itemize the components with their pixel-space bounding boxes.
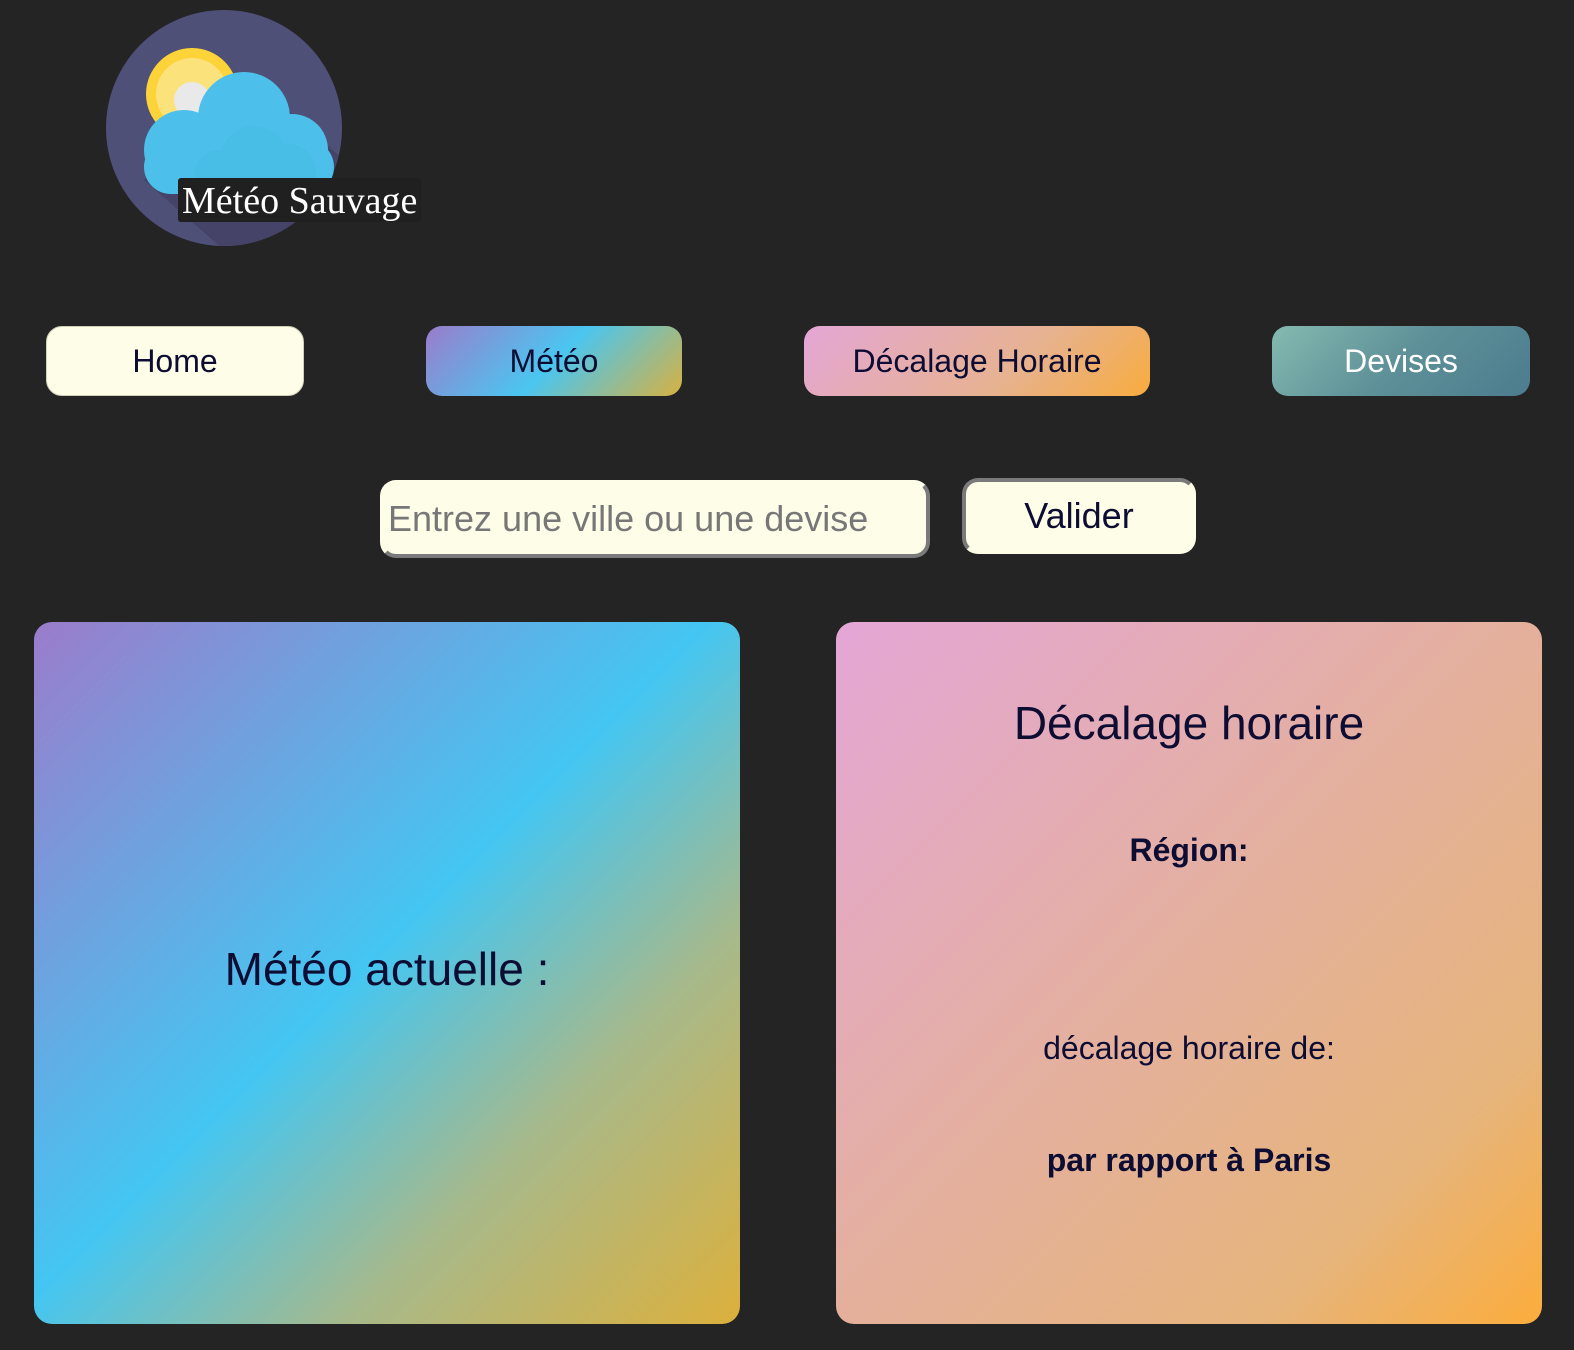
meteo-card-title: Météo actuelle : <box>224 943 550 995</box>
nav-devises-button[interactable]: Devises <box>1272 326 1530 396</box>
search-input[interactable] <box>380 480 930 558</box>
region-label: Région: <box>1129 832 1249 868</box>
brand-logo[interactable]: Météo Sauvage <box>104 10 422 250</box>
decalage-card: Décalage horaire Région: décalage horair… <box>836 622 1542 1324</box>
nav-home-button[interactable]: Home <box>46 326 304 396</box>
decalage-card-title: Décalage horaire <box>1013 697 1365 749</box>
brand-logo-text: Météo Sauvage <box>178 178 422 222</box>
app-root: Météo Sauvage Home Météo Décalage Horair… <box>0 0 1574 1350</box>
reference-city-label: par rapport à Paris <box>1046 1142 1332 1178</box>
offset-label: décalage horaire de: <box>1043 1030 1335 1066</box>
meteo-card: Météo actuelle : <box>34 622 740 1324</box>
validate-button[interactable]: Valider <box>962 478 1196 554</box>
nav-decalage-horaire-button[interactable]: Décalage Horaire <box>804 326 1150 396</box>
nav-meteo-button[interactable]: Météo <box>426 326 682 396</box>
